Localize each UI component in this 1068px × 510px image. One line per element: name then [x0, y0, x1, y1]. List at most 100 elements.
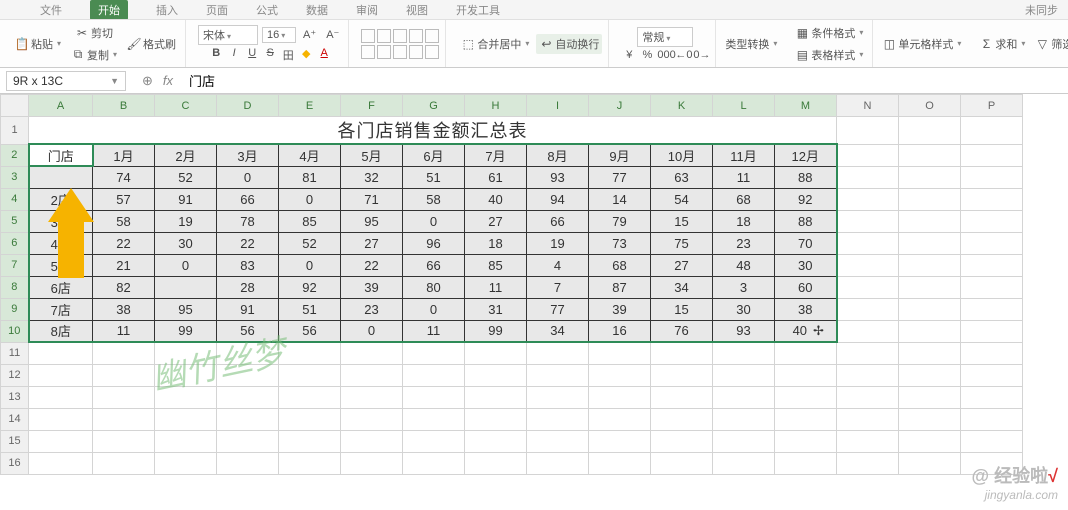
col-header[interactable]: J	[589, 95, 651, 117]
cell[interactable]: 11	[93, 320, 155, 342]
cell[interactable]	[341, 364, 403, 386]
tab-data[interactable]: 数据	[306, 2, 328, 18]
cell[interactable]: 94	[527, 188, 589, 210]
cell[interactable]	[837, 430, 899, 452]
cell[interactable]	[961, 210, 1023, 232]
cell[interactable]	[29, 386, 93, 408]
cell[interactable]	[651, 386, 713, 408]
cell[interactable]	[651, 364, 713, 386]
font-shrink-button[interactable]: A⁻	[323, 26, 342, 43]
cell[interactable]: 75	[651, 232, 713, 254]
number-format-select[interactable]: 常规	[637, 27, 693, 47]
cell[interactable]	[961, 276, 1023, 298]
cell[interactable]	[837, 144, 899, 166]
cell[interactable]	[29, 408, 93, 430]
cell[interactable]: 27	[651, 254, 713, 276]
cell[interactable]	[775, 386, 837, 408]
cell[interactable]	[899, 166, 961, 188]
cell[interactable]: 6月	[403, 144, 465, 166]
tab-insert[interactable]: 插入	[156, 2, 178, 18]
cell[interactable]	[837, 364, 899, 386]
cell[interactable]: 7月	[465, 144, 527, 166]
cell[interactable]: 85	[465, 254, 527, 276]
cell[interactable]	[899, 276, 961, 298]
cell[interactable]	[279, 342, 341, 364]
cell[interactable]	[837, 320, 899, 342]
row-header[interactable]: 1	[1, 117, 29, 145]
strike-button[interactable]: S	[262, 47, 278, 63]
font-name-select[interactable]: 宋体	[198, 25, 258, 45]
percent-button[interactable]: %	[639, 49, 655, 61]
cell[interactable]: 15	[651, 298, 713, 320]
cell[interactable]: 54	[651, 188, 713, 210]
cell[interactable]: 87	[589, 276, 651, 298]
filter-button[interactable]: ▽筛选	[1032, 34, 1068, 54]
cell[interactable]: 22	[341, 254, 403, 276]
row-header[interactable]: 5	[1, 210, 29, 232]
font-grow-button[interactable]: A⁺	[300, 26, 319, 43]
cell[interactable]: 95	[155, 298, 217, 320]
cell[interactable]	[589, 452, 651, 474]
cell[interactable]: 11	[403, 320, 465, 342]
cell[interactable]	[961, 166, 1023, 188]
col-header[interactable]: E	[279, 95, 341, 117]
cell[interactable]	[961, 254, 1023, 276]
table-style-button[interactable]: ▤表格样式	[792, 45, 866, 65]
cell[interactable]	[961, 342, 1023, 364]
cell[interactable]: 92	[279, 276, 341, 298]
cell[interactable]: 4	[527, 254, 589, 276]
merge-center-button[interactable]: ⬚合并居中	[458, 34, 532, 54]
cell[interactable]: 30	[713, 298, 775, 320]
cell[interactable]: 4月	[279, 144, 341, 166]
cell[interactable]: 68	[589, 254, 651, 276]
col-header[interactable]: A	[29, 95, 93, 117]
row-header[interactable]: 6	[1, 232, 29, 254]
row-header[interactable]: 10	[1, 320, 29, 342]
cell[interactable]: 0	[403, 210, 465, 232]
cell[interactable]: 58	[403, 188, 465, 210]
cell[interactable]: 51	[279, 298, 341, 320]
cell[interactable]: 93	[527, 166, 589, 188]
copy-button[interactable]: ⧉复制	[68, 45, 120, 65]
cell[interactable]: 34	[651, 276, 713, 298]
italic-button[interactable]: I	[226, 47, 242, 63]
font-size-select[interactable]: 16	[262, 27, 296, 43]
cell[interactable]	[651, 452, 713, 474]
cell[interactable]	[713, 452, 775, 474]
cell[interactable]: 8月	[527, 144, 589, 166]
cell[interactable]	[403, 386, 465, 408]
cell[interactable]: 8店	[29, 320, 93, 342]
col-header[interactable]: D	[217, 95, 279, 117]
cell[interactable]	[155, 386, 217, 408]
cell[interactable]: 0	[279, 254, 341, 276]
dec-inc-button[interactable]: ←0	[675, 49, 691, 61]
cell[interactable]	[713, 408, 775, 430]
select-all-corner[interactable]	[1, 95, 29, 117]
cell[interactable]: 38	[775, 298, 837, 320]
cond-format-button[interactable]: ▦条件格式	[792, 23, 866, 43]
cell[interactable]	[29, 430, 93, 452]
cell[interactable]	[217, 386, 279, 408]
row-header[interactable]: 8	[1, 276, 29, 298]
fill-color-button[interactable]: ◆	[298, 47, 314, 63]
cell[interactable]	[775, 342, 837, 364]
row-header[interactable]: 9	[1, 298, 29, 320]
border-button[interactable]: 田	[280, 47, 296, 63]
cell[interactable]: 7	[527, 276, 589, 298]
cell[interactable]	[217, 408, 279, 430]
cell[interactable]	[713, 430, 775, 452]
col-header[interactable]: K	[651, 95, 713, 117]
sum-button[interactable]: Σ求和	[976, 34, 1028, 54]
cell[interactable]: 51	[403, 166, 465, 188]
cell[interactable]	[279, 430, 341, 452]
cell[interactable]	[93, 364, 155, 386]
formula-input[interactable]	[183, 71, 1068, 90]
cell[interactable]	[961, 430, 1023, 452]
cell[interactable]	[899, 408, 961, 430]
cell[interactable]: 34	[527, 320, 589, 342]
cell[interactable]: 77	[589, 166, 651, 188]
cell[interactable]	[465, 364, 527, 386]
cell[interactable]	[155, 342, 217, 364]
row-header[interactable]: 14	[1, 408, 29, 430]
cell[interactable]: 52	[279, 232, 341, 254]
